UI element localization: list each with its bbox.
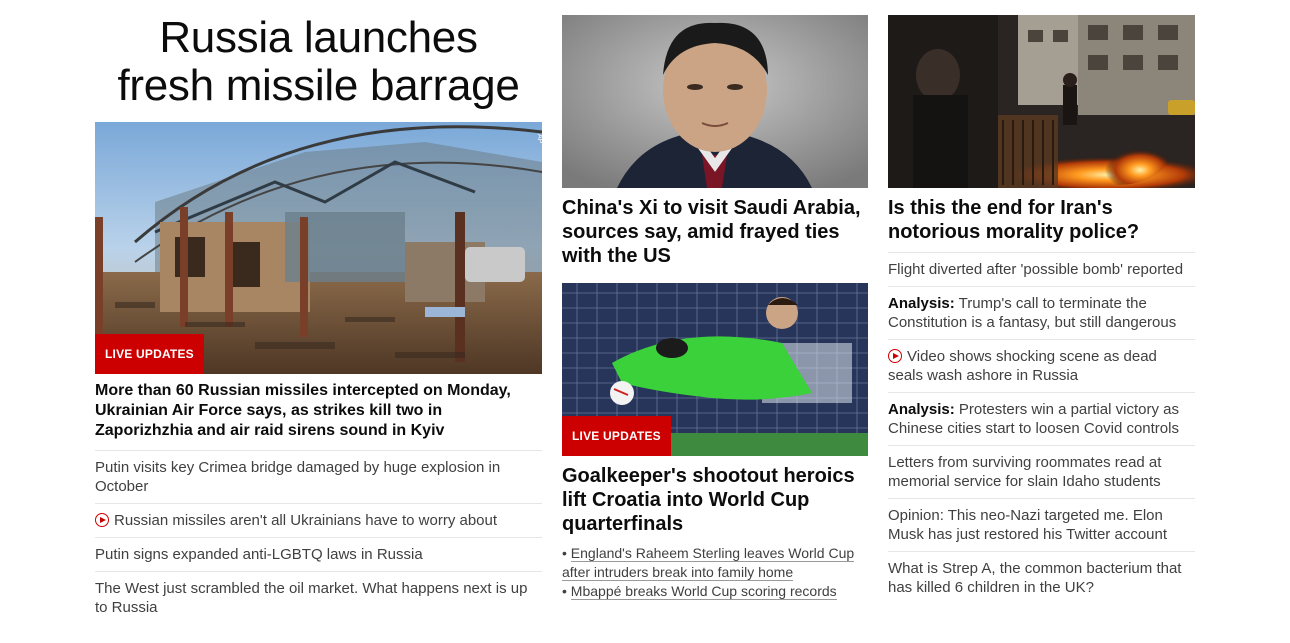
middle-column: China's Xi to visit Saudi Arabia, source… — [562, 15, 868, 601]
link-text[interactable]: Putin signs expanded anti-LGBTQ laws in … — [95, 546, 423, 563]
portrait-image — [562, 15, 868, 188]
list-item[interactable]: Putin signs expanded anti-LGBTQ laws in … — [95, 537, 542, 571]
iran-image[interactable] — [888, 15, 1195, 188]
iran-headline[interactable]: Is this the end for Iran's notorious mor… — [888, 196, 1195, 244]
hero-title[interactable]: Russia launches fresh missile barrage — [95, 14, 542, 122]
list-item[interactable]: Analysis: Protesters win a partial victo… — [888, 392, 1195, 445]
list-item[interactable]: Letters from surviving roommates read at… — [888, 445, 1195, 498]
list-item[interactable]: Analysis: Trump's call to terminate the … — [888, 286, 1195, 339]
live-updates-badge[interactable]: LIVE UPDATES — [95, 334, 204, 374]
link-text[interactable]: The West just scrambled the oil market. … — [95, 580, 527, 616]
live-updates-badge[interactable]: LIVE UPDATES — [562, 416, 671, 456]
link-text[interactable]: Putin visits key Crimea bridge damaged b… — [95, 459, 500, 495]
list-item[interactable]: Video shows shocking scene as dead seals… — [888, 339, 1195, 392]
play-icon — [95, 513, 109, 527]
link-text[interactable]: Flight diverted after 'possible bomb' re… — [888, 261, 1183, 278]
link-text[interactable]: What is Strep A, the common bacterium th… — [888, 560, 1181, 596]
list-item[interactable]: Russian missiles aren't all Ukrainians h… — [95, 503, 542, 537]
analysis-label: Analysis: — [888, 401, 955, 418]
list-item[interactable]: Flight diverted after 'possible bomb' re… — [888, 252, 1195, 286]
bullet-links: • England's Raheem Sterling leaves World… — [562, 544, 868, 601]
link-text[interactable]: Russian missiles aren't all Ukrainians h… — [114, 512, 497, 529]
hero-title-line2[interactable]: fresh missile barrage — [117, 61, 519, 110]
croatia-headline[interactable]: Goalkeeper's shootout heroics lift Croat… — [562, 464, 868, 536]
list-item[interactable]: Putin visits key Crimea bridge damaged b… — [95, 450, 542, 503]
lead-column: Russia launches fresh missile barrage AP… — [95, 14, 542, 624]
top-stories-list: Flight diverted after 'possible bomb' re… — [888, 252, 1195, 604]
hero-image[interactable]: AP LIVE UPDATES — [95, 122, 542, 374]
list-item[interactable]: • Mbappé breaks World Cup scoring record… — [562, 582, 868, 601]
list-item[interactable]: Opinion: This neo-Nazi targeted me. Elon… — [888, 498, 1195, 551]
link-text[interactable]: England's Raheem Sterling leaves World C… — [562, 545, 855, 581]
lead-headline[interactable]: More than 60 Russian missiles intercepte… — [95, 381, 542, 441]
goalkeeper-image[interactable]: LIVE UPDATES — [562, 283, 868, 456]
link-text[interactable]: Opinion: This neo-Nazi targeted me. Elon… — [888, 507, 1167, 543]
related-links: Putin visits key Crimea bridge damaged b… — [95, 450, 542, 624]
xi-image[interactable] — [562, 15, 868, 188]
link-text[interactable]: Letters from surviving roommates read at… — [888, 454, 1161, 490]
play-icon — [888, 349, 902, 363]
link-text[interactable]: Mbappé breaks World Cup scoring records — [570, 583, 837, 600]
xi-headline[interactable]: China's Xi to visit Saudi Arabia, source… — [562, 196, 868, 268]
protest-photo — [888, 15, 1195, 188]
list-item[interactable]: The West just scrambled the oil market. … — [95, 571, 542, 624]
link-text[interactable]: Video shows shocking scene as dead seals… — [888, 348, 1157, 384]
list-item[interactable]: What is Strep A, the common bacterium th… — [888, 551, 1195, 604]
hero-title-line1[interactable]: Russia launches — [159, 13, 478, 62]
list-item[interactable]: • England's Raheem Sterling leaves World… — [562, 544, 868, 582]
right-column: Is this the end for Iran's notorious mor… — [888, 15, 1195, 604]
analysis-label: Analysis: — [888, 295, 955, 312]
photo-credit: AP — [536, 134, 542, 144]
